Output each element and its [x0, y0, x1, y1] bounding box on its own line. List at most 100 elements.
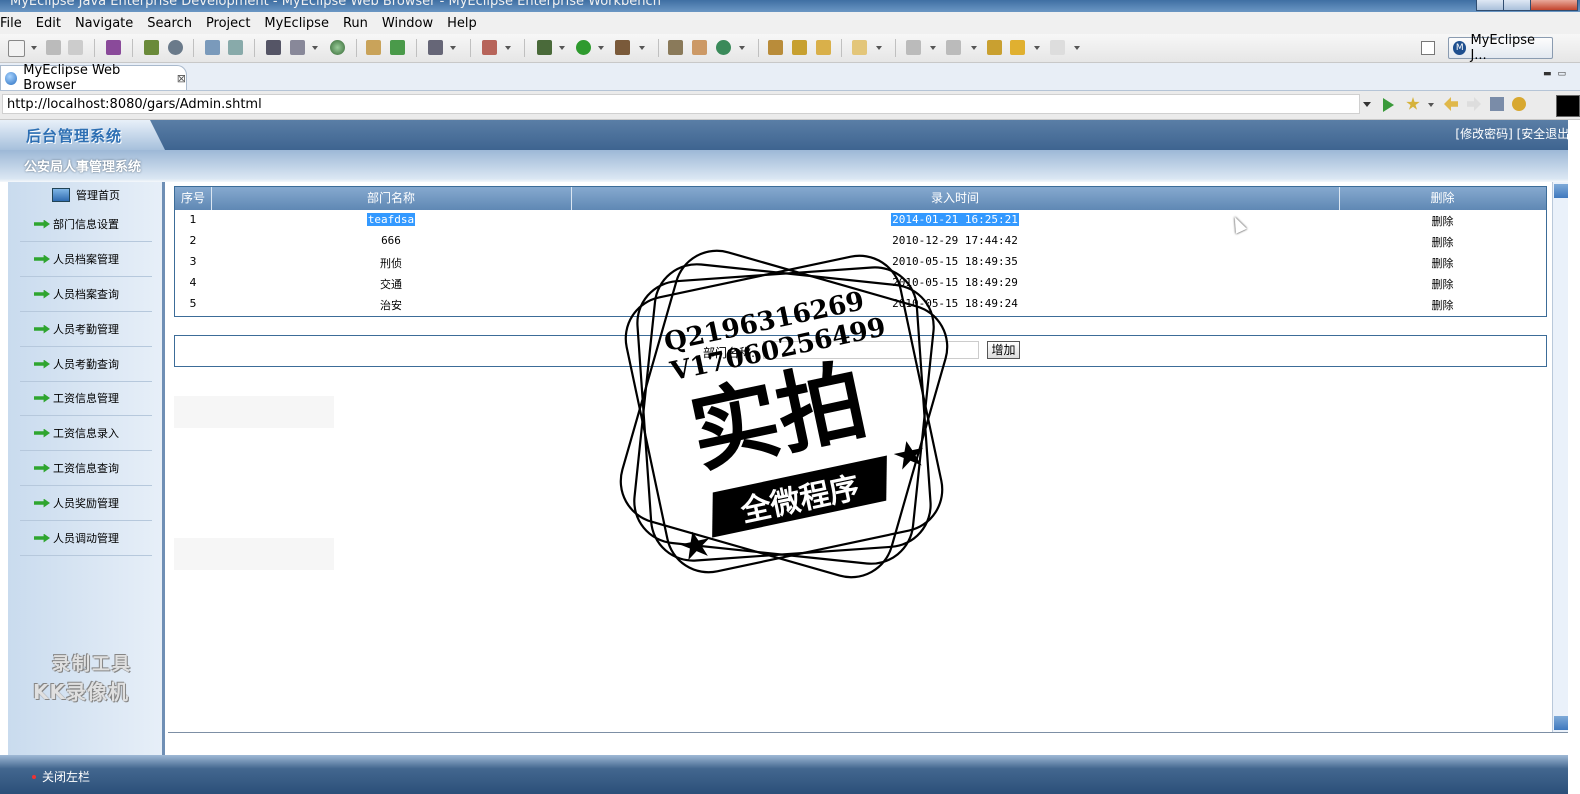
sidebar-item-salary-query[interactable]: 工资信息查询 — [20, 451, 152, 486]
col-header-delete: 删除 — [1430, 191, 1455, 205]
prev-annotation-icon[interactable] — [946, 40, 961, 55]
search-edit-icon[interactable] — [228, 40, 243, 55]
new-dropdown-icon[interactable] — [31, 46, 37, 50]
search-folder-icon[interactable] — [852, 40, 867, 55]
open-perspective-icon[interactable] — [1421, 41, 1435, 55]
delete-link[interactable]: 删除 — [1339, 213, 1546, 229]
refresh-dropdown-icon[interactable] — [739, 46, 745, 50]
save-icon[interactable] — [46, 40, 61, 55]
menu-project[interactable]: Project — [199, 16, 257, 31]
favorite-icon[interactable] — [1406, 97, 1420, 110]
delete-link[interactable]: 删除 — [1339, 234, 1546, 250]
run-dropdown-icon[interactable] — [598, 46, 604, 50]
menu-run[interactable]: Run — [336, 16, 375, 31]
close-sidebar-link[interactable]: 关闭左栏 — [32, 768, 90, 785]
save-all-icon[interactable] — [68, 40, 83, 55]
document-add-icon[interactable] — [290, 40, 305, 55]
deploy-icon[interactable] — [266, 40, 281, 55]
sidebar-item-reward-manage[interactable]: 人员奖励管理 — [20, 486, 152, 521]
new-package-icon[interactable] — [668, 40, 683, 55]
sidebar-item-transfer-manage[interactable]: 人员调动管理 — [20, 521, 152, 556]
delete-link[interactable]: 删除 — [1339, 255, 1546, 271]
sidebar-item-salary-entry[interactable]: 工资信息录入 — [20, 416, 152, 451]
debug-dropdown-icon[interactable] — [559, 46, 565, 50]
browser-forward-icon[interactable] — [1467, 97, 1481, 111]
col-header-no: 序号 — [175, 187, 212, 210]
add-button[interactable]: 增加 — [987, 341, 1020, 359]
forward-dropdown-icon[interactable] — [1074, 46, 1080, 50]
import-icon[interactable] — [390, 40, 405, 55]
external-tools-icon[interactable] — [615, 40, 630, 55]
browser-panel-icon[interactable] — [1556, 95, 1580, 117]
scroll-down-icon[interactable] — [1554, 716, 1568, 730]
debug-icon[interactable] — [537, 40, 552, 55]
forward-icon[interactable] — [1050, 40, 1065, 55]
close-window-button[interactable] — [1530, 0, 1578, 11]
perspective-switcher[interactable]: M MyEclipse J... — [1448, 33, 1553, 63]
stop-icon[interactable] — [1490, 97, 1504, 111]
wizard-icon[interactable] — [482, 40, 497, 55]
open-type-icon[interactable] — [768, 40, 783, 55]
blank-area — [174, 538, 334, 570]
change-password-link[interactable]: [修改密码] — [1455, 127, 1512, 141]
sidebar-home[interactable]: 管理首页 — [52, 187, 120, 203]
run-icon[interactable] — [576, 40, 591, 55]
server-icon[interactable] — [168, 40, 183, 55]
menu-window[interactable]: Window — [375, 16, 440, 31]
sidebar-item-attendance-manage[interactable]: 人员考勤管理 — [20, 312, 152, 347]
menu-file[interactable]: File — [0, 16, 29, 31]
favorite-dropdown-icon[interactable] — [1428, 103, 1434, 107]
new-icon[interactable] — [8, 40, 25, 57]
sidebar-item-dept-info[interactable]: 部门信息设置 — [20, 207, 152, 242]
open-folder-icon[interactable] — [366, 40, 381, 55]
browser-refresh-icon[interactable] — [1512, 97, 1526, 111]
bug-settings-icon[interactable] — [144, 40, 159, 55]
next-annotation-icon[interactable] — [906, 40, 921, 55]
sidebar-item-label: 工资信息查询 — [53, 462, 119, 475]
menu-search[interactable]: Search — [140, 16, 199, 31]
menu-help[interactable]: Help — [440, 16, 484, 31]
menu-edit[interactable]: Edit — [29, 16, 68, 31]
browser-back-icon[interactable] — [1444, 97, 1458, 111]
maximize-window-button[interactable] — [1503, 0, 1531, 11]
open-task-icon[interactable] — [792, 40, 807, 55]
tab-web-browser[interactable]: MyEclipse Web Browser ⊠ — [0, 63, 187, 93]
back-icon[interactable] — [1010, 40, 1025, 55]
last-edit-icon[interactable] — [987, 40, 1002, 55]
prev-annotation-dropdown-icon[interactable] — [971, 46, 977, 50]
external-tools-dropdown-icon[interactable] — [639, 46, 645, 50]
delete-link[interactable]: 删除 — [1339, 276, 1546, 292]
screenshot-icon[interactable] — [428, 40, 443, 55]
row-no: 1 — [189, 213, 197, 226]
vertical-scrollbar[interactable] — [1552, 182, 1569, 732]
dept-name-input[interactable] — [763, 341, 979, 359]
close-tab-icon[interactable]: ⊠ — [177, 72, 186, 85]
menu-navigate[interactable]: Navigate — [68, 16, 140, 31]
minimize-window-button[interactable] — [1476, 0, 1504, 11]
screenshot-dropdown-icon[interactable] — [450, 46, 456, 50]
web-globe-icon[interactable] — [330, 40, 345, 55]
edit-pencil-icon[interactable] — [205, 40, 220, 55]
refresh-icon[interactable] — [716, 40, 731, 55]
back-dropdown-icon[interactable] — [1034, 46, 1040, 50]
menu-myeclipse[interactable]: MyEclipse — [257, 16, 336, 31]
folder-icon[interactable] — [816, 40, 831, 55]
url-history-dropdown-icon[interactable] — [1363, 102, 1371, 107]
jar-icon[interactable] — [106, 40, 121, 55]
wizard-dropdown-icon[interactable] — [505, 46, 511, 50]
scroll-up-icon[interactable] — [1554, 184, 1568, 198]
sidebar-item-personnel-files[interactable]: 人员档案管理 — [20, 242, 152, 277]
sidebar-item-attendance-query[interactable]: 人员考勤查询 — [20, 347, 152, 382]
logout-link[interactable]: [安全退出] — [1517, 127, 1574, 141]
green-arrow-icon — [34, 498, 50, 508]
delete-link[interactable]: 删除 — [1339, 297, 1546, 313]
minimize-maximize-icons[interactable]: ▬▭ — [1543, 69, 1572, 79]
new-class-icon[interactable] — [692, 40, 707, 55]
sidebar-item-personnel-query[interactable]: 人员档案查询 — [20, 277, 152, 312]
url-input[interactable]: http://localhost:8080/gars/Admin.shtml — [2, 94, 1360, 114]
sidebar-item-salary-manage[interactable]: 工资信息管理 — [20, 381, 152, 416]
next-annotation-dropdown-icon[interactable] — [930, 46, 936, 50]
go-icon[interactable] — [1383, 98, 1394, 112]
document-dropdown-icon[interactable] — [312, 46, 318, 50]
search-dropdown-icon[interactable] — [876, 46, 882, 50]
